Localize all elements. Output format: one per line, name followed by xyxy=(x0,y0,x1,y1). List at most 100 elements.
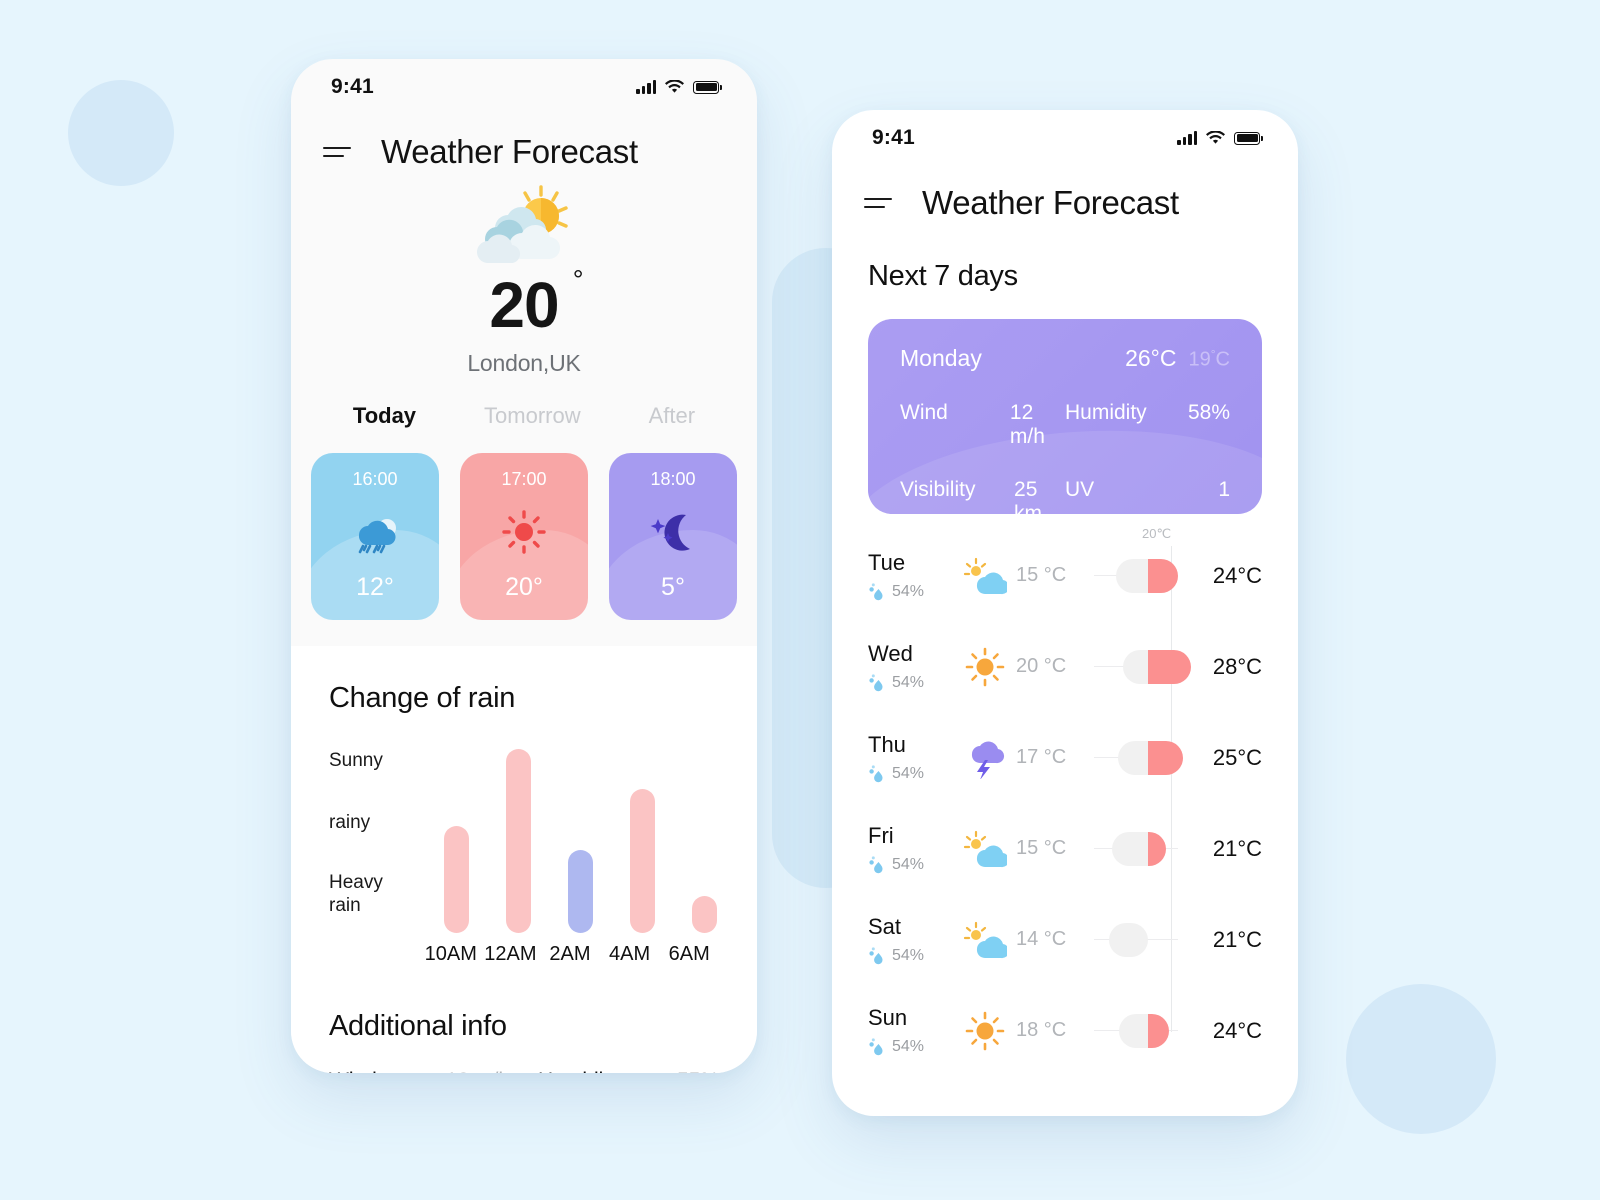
temp-range-cold-segment xyxy=(1112,831,1148,866)
details-sheet: Change of rain Sunny rainy Heavy rain 10… xyxy=(291,646,757,1073)
featured-day-high: 26°C xyxy=(1125,345,1177,371)
week-day-weather-icon xyxy=(954,921,1016,959)
chart-xlabel: 12AM xyxy=(484,943,537,965)
week-row-sat[interactable]: Sat 54% 14 °C 21°C xyxy=(868,894,1262,985)
sun-icon xyxy=(965,1011,1005,1050)
week-day-rain: 54% xyxy=(868,946,954,966)
chart-y-axis-labels: Sunny rainy Heavy rain xyxy=(329,749,415,933)
chart-bar-column xyxy=(487,749,549,933)
hamburger-icon[interactable] xyxy=(323,146,351,158)
cellular-signal-icon xyxy=(636,80,656,94)
chart-plot-area xyxy=(419,749,735,933)
current-temperature-value: 20 xyxy=(489,269,559,341)
sun-behind-cloud-icon xyxy=(963,557,1007,594)
temp-range-hot-segment xyxy=(1147,1013,1169,1048)
hour-card-17[interactable]: 17:00 20° xyxy=(460,453,588,620)
featured-day-low-value: 19 xyxy=(1188,349,1211,371)
week-day-weather-icon xyxy=(954,830,1016,868)
hour-card-18[interactable]: 18:00 5° xyxy=(609,453,737,620)
week-content: Next 7 days Monday 26°C 19°C Wind 12 m/h… xyxy=(832,260,1298,1076)
cellular-signal-icon xyxy=(1177,131,1197,145)
week-day-temp-range-track xyxy=(1094,649,1192,684)
raindrop-icon xyxy=(869,673,883,691)
raindrop-icon xyxy=(869,1037,883,1055)
chart-xlabel: 4AM xyxy=(609,943,651,965)
sun-icon xyxy=(965,647,1005,686)
chart-bar xyxy=(443,826,469,933)
temp-range-hot-segment xyxy=(1147,649,1192,684)
tab-tomorrow[interactable]: Tomorrow xyxy=(484,403,581,429)
week-day-name: Thu xyxy=(868,731,906,757)
week-row-day: Thu 54% xyxy=(868,732,954,784)
week-day-rain: 54% xyxy=(868,582,954,602)
week-day-temp-range-track xyxy=(1094,558,1178,593)
week-day-rain-percent: 54% xyxy=(892,856,925,873)
featured-day-row-2: Visibility 25 km UV 1 xyxy=(900,478,1230,514)
info-label: Wind xyxy=(329,1069,377,1073)
background-circle-top-left xyxy=(68,80,174,186)
background-circle-bottom-right xyxy=(1346,984,1496,1134)
rain-chart-title: Change of rain xyxy=(329,682,516,714)
week-day-temp-range-track xyxy=(1094,922,1178,957)
page-title: Weather Forecast xyxy=(922,184,1179,221)
week-day-low-temp: 17 °C xyxy=(1016,746,1067,768)
week-row-wed[interactable]: Wed 54% 20 °C 28°C xyxy=(868,621,1262,712)
wifi-icon xyxy=(1206,131,1225,144)
chart-ylabel-sunny: Sunny xyxy=(329,750,383,771)
hourly-forecast-cards: 16:00 12° 17:00 20° 18:00 5° xyxy=(291,453,757,620)
featured-visibility: Visibility 25 km xyxy=(900,478,1065,514)
detail-label: UV xyxy=(1065,478,1095,501)
tab-after[interactable]: After xyxy=(649,403,695,429)
temp-range-hot-segment xyxy=(1147,740,1184,775)
week-day-high-temp: 24°C xyxy=(1212,1017,1262,1043)
detail-label: Wind xyxy=(900,401,948,424)
tab-today[interactable]: Today xyxy=(353,403,416,429)
hour-card-16[interactable]: 16:00 12° xyxy=(311,453,439,620)
current-temperature: 20 ° xyxy=(489,267,583,338)
week-day-weather-icon xyxy=(954,647,1016,687)
chart-xlabel: 6AM xyxy=(668,943,710,965)
featured-day-card-monday[interactable]: Monday 26°C 19°C Wind 12 m/h Humidity 58… xyxy=(868,319,1262,514)
page-title: Weather Forecast xyxy=(381,133,638,170)
week-row-day: Fri 54% xyxy=(868,823,954,875)
info-label: Humidity xyxy=(538,1069,620,1073)
temp-range-pill xyxy=(1118,740,1184,775)
week-row-thu[interactable]: Thu 54% 17 °C 25°C xyxy=(868,712,1262,803)
status-bar-left: 9:41 xyxy=(291,59,757,115)
unit-c: C xyxy=(1215,349,1230,371)
week-day-weather-icon xyxy=(954,737,1016,779)
week-day-rain-percent: 54% xyxy=(892,947,925,964)
thunderstorm-icon xyxy=(971,741,1005,779)
week-day-weather-icon xyxy=(954,557,1016,595)
additional-info-section: Additional info Wind 12 m/h Humidity 55%… xyxy=(329,1010,719,1073)
status-icons xyxy=(636,80,722,94)
chart-ylabel-heavy-rain: Heavy rain xyxy=(329,872,383,917)
week-day-temp-range-track xyxy=(1094,1013,1178,1048)
sun-icon xyxy=(501,509,547,555)
week-day-name: Tue xyxy=(868,549,906,575)
sun-behind-cloud-icon xyxy=(963,921,1007,958)
phone-screen-week: 9:41 Weather Forecast Next 7 days Monday… xyxy=(832,110,1298,1116)
detail-value: 1 xyxy=(1218,478,1230,501)
hour-card-time: 18:00 xyxy=(650,469,696,489)
hour-card-time: 17:00 xyxy=(501,469,547,489)
app-header-left: Weather Forecast xyxy=(291,115,757,171)
week-day-temp-range-track xyxy=(1094,831,1178,866)
week-row-day: Sun 54% xyxy=(868,1005,954,1057)
week-day-name: Fri xyxy=(868,822,894,848)
detail-value: 12 m/h xyxy=(1009,401,1045,448)
chart-bar-column xyxy=(425,826,487,933)
week-day-temp-range-track xyxy=(1094,740,1184,775)
featured-day-row-1: Wind 12 m/h Humidity 58% xyxy=(900,401,1230,449)
hamburger-icon[interactable] xyxy=(864,197,892,209)
raindrop-icon xyxy=(869,582,883,600)
detail-value: 58% xyxy=(1187,401,1230,424)
week-day-name: Wed xyxy=(868,640,913,666)
rain-cloud-icon xyxy=(349,509,401,555)
featured-day-low: 19°C xyxy=(1188,347,1230,372)
week-row-tue[interactable]: Tue 54% 15 °C 24°C xyxy=(868,530,1262,621)
week-row-sun[interactable]: Sun 54% 18 °C 24°C xyxy=(868,985,1262,1076)
week-row-fri[interactable]: Fri 54% 15 °C 21°C xyxy=(868,803,1262,894)
week-day-high-temp: 25°C xyxy=(1212,744,1262,770)
week-row-day: Tue 54% xyxy=(868,550,954,602)
